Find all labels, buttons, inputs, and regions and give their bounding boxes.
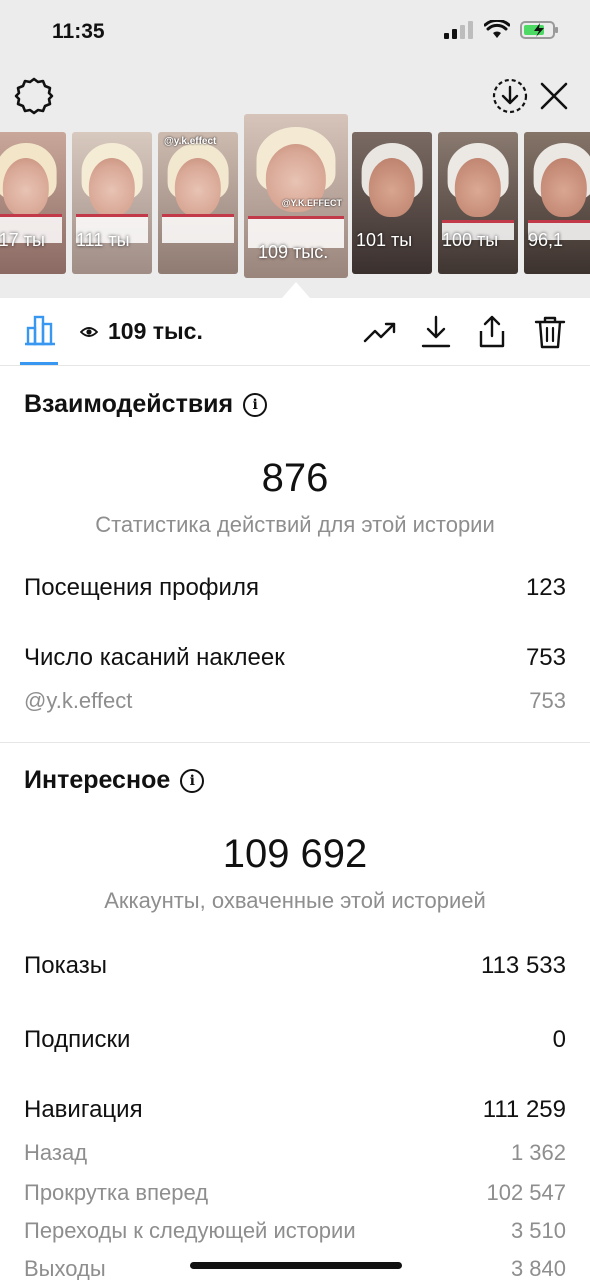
- status-icons: [444, 20, 560, 40]
- story-insights-toolbar: 109 тыс.: [0, 298, 590, 366]
- wifi-icon: [484, 20, 510, 38]
- story-views-label: 101 ты: [356, 230, 413, 250]
- settings-gear-icon[interactable]: [14, 76, 54, 116]
- battery-charging-icon: [520, 21, 558, 39]
- eye-icon: [80, 327, 98, 337]
- discovery-total: 109 692: [222, 832, 368, 876]
- stat-value: 111 259: [482, 1096, 566, 1123]
- story-thumbnail[interactable]: @y.k.effect: [158, 132, 238, 274]
- selected-story-pointer: [282, 282, 310, 298]
- story-thumbnail-selected[interactable]: @Y.K.EFFECT 109 тыс.: [244, 114, 348, 278]
- delete-trash-icon[interactable]: [532, 314, 568, 350]
- section-divider: [0, 742, 590, 743]
- stat-value: 3 510: [510, 1218, 566, 1243]
- info-icon[interactable]: i: [180, 768, 205, 793]
- interactions-section-title: Взаимодействия i: [24, 390, 268, 419]
- stat-row-sticker-taps: Число касаний наклеек 753: [24, 644, 566, 672]
- discovery-title-text: Интересное: [24, 766, 171, 794]
- stat-subrow-next-story: Переходы к следующей истории 3 510: [24, 1218, 566, 1244]
- close-icon[interactable]: [536, 78, 572, 114]
- stat-row-follows: Подписки 0: [24, 1026, 566, 1054]
- stat-label: Назад: [24, 1140, 88, 1165]
- stat-label: Подписки: [24, 1026, 131, 1053]
- story-views-count[interactable]: 109 тыс.: [108, 318, 203, 345]
- stat-label: Посещения профиля: [24, 574, 259, 601]
- story-thumbnail[interactable]: 117 ты: [0, 132, 66, 274]
- stat-label: Число касаний наклеек: [24, 644, 285, 671]
- story-preview-area: 11:35 17 ты 111 ты @y.k.effect @Y.K.EFFE…: [0, 0, 590, 298]
- story-views-label: 117 ты: [0, 230, 45, 250]
- story-thumbnail[interactable]: 101 ты: [352, 132, 432, 274]
- insights-chart-icon[interactable]: [22, 314, 58, 346]
- stat-row-impressions: Показы 113 533: [24, 952, 566, 980]
- save-story-download-icon[interactable]: [490, 76, 530, 116]
- stat-label: Прокрутка вперед: [24, 1180, 209, 1205]
- stat-label: Показы: [24, 952, 107, 979]
- info-icon[interactable]: i: [243, 392, 268, 417]
- story-views-label: 111 ты: [76, 230, 130, 250]
- stat-row-navigation: Навигация 111 259: [24, 1096, 566, 1124]
- stat-label: Переходы к следующей истории: [24, 1218, 356, 1243]
- stat-label: @y.k.effect: [24, 688, 133, 713]
- stat-subrow-forward: Прокрутка вперед 102 547: [24, 1180, 566, 1206]
- discovery-section-title: Интересное i: [24, 766, 205, 795]
- home-indicator[interactable]: [190, 1262, 402, 1269]
- interactions-title-text: Взаимодействия: [24, 390, 234, 418]
- stat-value: 113 533: [481, 952, 566, 979]
- signal-icon: [444, 21, 473, 39]
- interactions-caption: Статистика действий для этой истории: [95, 512, 495, 537]
- stat-value: 753: [529, 688, 566, 713]
- interactions-total: 876: [261, 456, 329, 500]
- stat-label: Навигация: [24, 1096, 143, 1123]
- story-thumbnail[interactable]: 111 ты: [72, 132, 152, 274]
- story-thumbnails-carousel: 117 ты 111 ты @y.k.effect @Y.K.EFFECT 10…: [0, 114, 590, 280]
- stat-row-profile-visits: Посещения профиля 123: [24, 574, 566, 602]
- story-views-label: 109 тыс.: [258, 242, 329, 262]
- stat-value: 1 362: [510, 1140, 566, 1165]
- story-thumbnail[interactable]: 96,1: [524, 132, 590, 274]
- story-views-label: 100 ты: [442, 230, 499, 250]
- stat-subrow-back: Назад 1 362: [24, 1140, 566, 1166]
- story-mention-tag: @Y.K.EFFECT: [281, 198, 342, 208]
- stat-value: 123: [525, 574, 566, 601]
- active-tab-indicator: [20, 362, 58, 365]
- stat-value: 753: [525, 644, 566, 671]
- download-icon[interactable]: [418, 314, 454, 350]
- discovery-caption: Аккаунты, охваченные этой историей: [104, 888, 486, 913]
- story-thumbnail[interactable]: 100 ты: [438, 132, 518, 274]
- status-bar: 11:35: [0, 0, 590, 64]
- share-icon[interactable]: [474, 314, 510, 350]
- stat-label: Выходы: [24, 1256, 106, 1280]
- promote-trend-icon[interactable]: [362, 314, 398, 350]
- stat-value: 102 547: [486, 1180, 566, 1205]
- story-mention-tag: @y.k.effect: [164, 136, 217, 147]
- stat-value: 0: [552, 1026, 566, 1053]
- stat-subrow-mention: @y.k.effect 753: [24, 688, 566, 714]
- stat-value: 3 840: [510, 1256, 566, 1280]
- story-views-label: 96,1: [528, 230, 564, 250]
- status-time: 11:35: [52, 20, 105, 43]
